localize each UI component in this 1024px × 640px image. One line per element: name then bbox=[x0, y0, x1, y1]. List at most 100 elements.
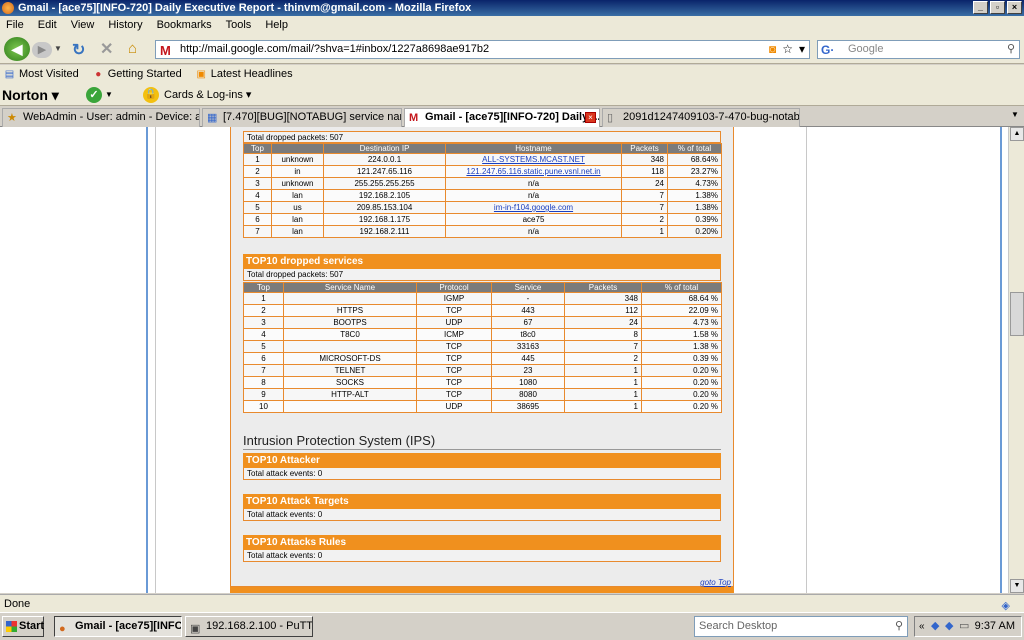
table-cell: TCP bbox=[416, 352, 492, 365]
page-content: Total dropped packets: 507 Top Destinati… bbox=[0, 127, 1008, 593]
network-icon[interactable]: ◆ bbox=[931, 617, 939, 636]
column-header bbox=[271, 143, 324, 154]
monitor-icon[interactable]: ▭ bbox=[959, 617, 969, 636]
volume-icon[interactable]: ◆ bbox=[945, 617, 953, 636]
star-icon[interactable]: ☆ bbox=[782, 41, 793, 58]
table-cell: TCP bbox=[416, 376, 492, 389]
table-cell: 33163 bbox=[491, 340, 565, 353]
hostname-link[interactable]: im-in-f104.google.com bbox=[494, 203, 573, 212]
url-bar[interactable]: M http://mail.google.com/mail/?shva=1#in… bbox=[155, 40, 810, 59]
minimize-button[interactable]: _ bbox=[973, 1, 988, 14]
menu-history[interactable]: History bbox=[108, 16, 142, 34]
table-cell: 7 bbox=[564, 340, 642, 353]
hostname-link[interactable]: 121.247.65.116.static.pune.vsnl.net.in bbox=[466, 167, 600, 176]
scroll-thumb[interactable] bbox=[1010, 292, 1024, 336]
column-header: Packets bbox=[621, 143, 668, 154]
webadmin-favicon: ★ bbox=[7, 112, 17, 124]
search-bar[interactable]: G· Google ⚲ bbox=[817, 40, 1020, 59]
restore-button[interactable]: ▫ bbox=[990, 1, 1005, 14]
back-icon[interactable]: ◀ bbox=[4, 37, 30, 61]
task-putty[interactable]: ▣ 192.168.2.100 - PuTTY bbox=[185, 616, 313, 637]
tab-label: Gmail - [ace75][INFO-720] Daily ... bbox=[425, 111, 600, 123]
start-label: Start bbox=[19, 620, 45, 632]
tab-bar: ★ WebAdmin - User: admin - Device: ace75… bbox=[0, 107, 1024, 128]
table-cell: MICROSOFT-DS bbox=[283, 352, 417, 365]
url-dropdown-icon[interactable]: ▾ bbox=[799, 41, 805, 58]
table-cell: 7 bbox=[621, 201, 668, 214]
tray-expand-icon[interactable]: « bbox=[919, 617, 925, 636]
table-row: 7 lan 192.168.2.111 n/a 1 0.20% bbox=[243, 225, 722, 238]
task-firefox[interactable]: ● Gmail - [ace75][INFO-... bbox=[54, 616, 182, 637]
bookmark-most-visited[interactable]: ▤ Most Visited bbox=[4, 65, 79, 84]
table-cell: 7 bbox=[621, 189, 668, 202]
table-cell: 4.73% bbox=[667, 177, 722, 190]
table-cell: HTTP-ALT bbox=[283, 388, 417, 401]
table-cell: 1 bbox=[243, 292, 284, 305]
cards-logins-button[interactable]: Cards & Log-ins ▾ bbox=[164, 84, 251, 106]
history-dropdown-icon[interactable]: ▼ bbox=[54, 44, 62, 53]
goto-top-link[interactable]: goto Top bbox=[700, 578, 731, 587]
hostname-link[interactable]: ALL-SYSTEMS.MCAST.NET bbox=[482, 155, 585, 164]
tab-bug[interactable]: ▦ [7.470][BUG][NOTABUG] service name ... bbox=[202, 108, 402, 127]
norton-label: Norton bbox=[2, 87, 48, 103]
clock: 9:37 AM bbox=[974, 620, 1015, 632]
task-label: Gmail - [ace75][INFO-... bbox=[75, 620, 182, 632]
bookmark-latest-headlines[interactable]: ▣ Latest Headlines bbox=[196, 65, 292, 84]
menu-edit[interactable]: Edit bbox=[38, 16, 57, 34]
table-row: 9 HTTP-ALT TCP 8080 1 0.20 % bbox=[243, 388, 722, 401]
menu-bookmarks[interactable]: Bookmarks bbox=[157, 16, 212, 34]
norton-brand[interactable]: Norton ▾ bbox=[2, 84, 59, 106]
tab-webadmin[interactable]: ★ WebAdmin - User: admin - Device: ace75 bbox=[2, 108, 200, 127]
table-cell: 121.247.65.116.static.pune.vsnl.net.in bbox=[445, 165, 622, 178]
home-icon[interactable]: ⌂ bbox=[128, 40, 137, 57]
lock-icon[interactable]: 🔒 bbox=[143, 87, 159, 103]
vertical-scrollbar[interactable]: ▲ ▼ bbox=[1008, 127, 1024, 593]
bookmark-getting-started[interactable]: ● Getting Started bbox=[93, 65, 182, 84]
section-header-attack-rules: TOP10 Attacks Rules bbox=[243, 535, 721, 550]
document-icon: ▯ bbox=[607, 112, 614, 124]
start-button[interactable]: Start bbox=[2, 616, 44, 637]
table-cell: unknown bbox=[271, 153, 324, 166]
status-bar: Done ◈ bbox=[0, 594, 1024, 612]
close-button[interactable]: × bbox=[1007, 1, 1022, 14]
table-cell: 24 bbox=[621, 177, 668, 190]
scroll-up-icon[interactable]: ▲ bbox=[1010, 127, 1024, 141]
stop-icon[interactable]: ✕ bbox=[100, 39, 113, 59]
navigation-toolbar: ◀ ▶ ▼ ↻ ✕ ⌂ M http://mail.google.com/mai… bbox=[0, 34, 1024, 64]
table-cell: 1 bbox=[564, 400, 642, 413]
table-row: 1 unknown 224.0.0.1 ALL-SYSTEMS.MCAST.NET 34… bbox=[243, 153, 722, 166]
table-cell bbox=[283, 400, 417, 413]
tab-attachment[interactable]: ▯ 2091d1247409103-7-470-bug-notabug... bbox=[602, 108, 800, 127]
column-header: Packets bbox=[564, 282, 642, 293]
menu-file[interactable]: File bbox=[6, 16, 24, 34]
table-cell: UDP bbox=[416, 316, 492, 329]
page-favicon: ▦ bbox=[207, 112, 218, 124]
chevron-down-icon[interactable]: ▼ bbox=[105, 84, 113, 106]
scroll-down-icon[interactable]: ▼ bbox=[1010, 579, 1024, 593]
tab-label: [7.470][BUG][NOTABUG] service name ... bbox=[223, 111, 401, 123]
search-desktop-input[interactable]: Search Desktop ⚲ bbox=[694, 616, 908, 637]
search-icon[interactable]: ⚲ bbox=[1007, 41, 1015, 58]
column-header: Service Name bbox=[283, 282, 417, 293]
norton-toolbar: Norton ▾ ✓ ▼ 🔒 Cards & Log-ins ▾ bbox=[0, 84, 1024, 106]
table-row: 2 HTTPS TCP 443 112 22.09 % bbox=[243, 304, 722, 317]
table-cell: 112 bbox=[564, 304, 642, 317]
table-cell: 209.85.153.104 bbox=[323, 201, 446, 214]
menu-help[interactable]: Help bbox=[265, 16, 288, 34]
menu-view[interactable]: View bbox=[71, 16, 95, 34]
google-icon[interactable]: G· bbox=[821, 42, 834, 59]
dropped-hosts-body: 1 unknown 224.0.0.1 ALL-SYSTEMS.MCAST.NET 34… bbox=[243, 153, 722, 238]
table-cell: 2 bbox=[564, 352, 642, 365]
table-cell: TCP bbox=[416, 364, 492, 377]
close-tab-icon[interactable]: × bbox=[585, 112, 596, 123]
menu-tools[interactable]: Tools bbox=[226, 16, 252, 34]
search-icon[interactable]: ⚲ bbox=[895, 617, 903, 636]
rss-icon[interactable]: ◙ bbox=[769, 41, 776, 58]
tab-gmail[interactable]: M Gmail - [ace75][INFO-720] Daily ... × bbox=[404, 108, 600, 128]
tab-list-icon[interactable]: ▼ bbox=[1008, 110, 1022, 124]
checkmark-icon[interactable]: ✓ bbox=[86, 87, 102, 103]
forward-icon[interactable]: ▶ bbox=[32, 42, 52, 58]
reload-icon[interactable]: ↻ bbox=[72, 40, 85, 60]
table-cell: in bbox=[271, 165, 324, 178]
table-cell: 224.0.0.1 bbox=[323, 153, 446, 166]
